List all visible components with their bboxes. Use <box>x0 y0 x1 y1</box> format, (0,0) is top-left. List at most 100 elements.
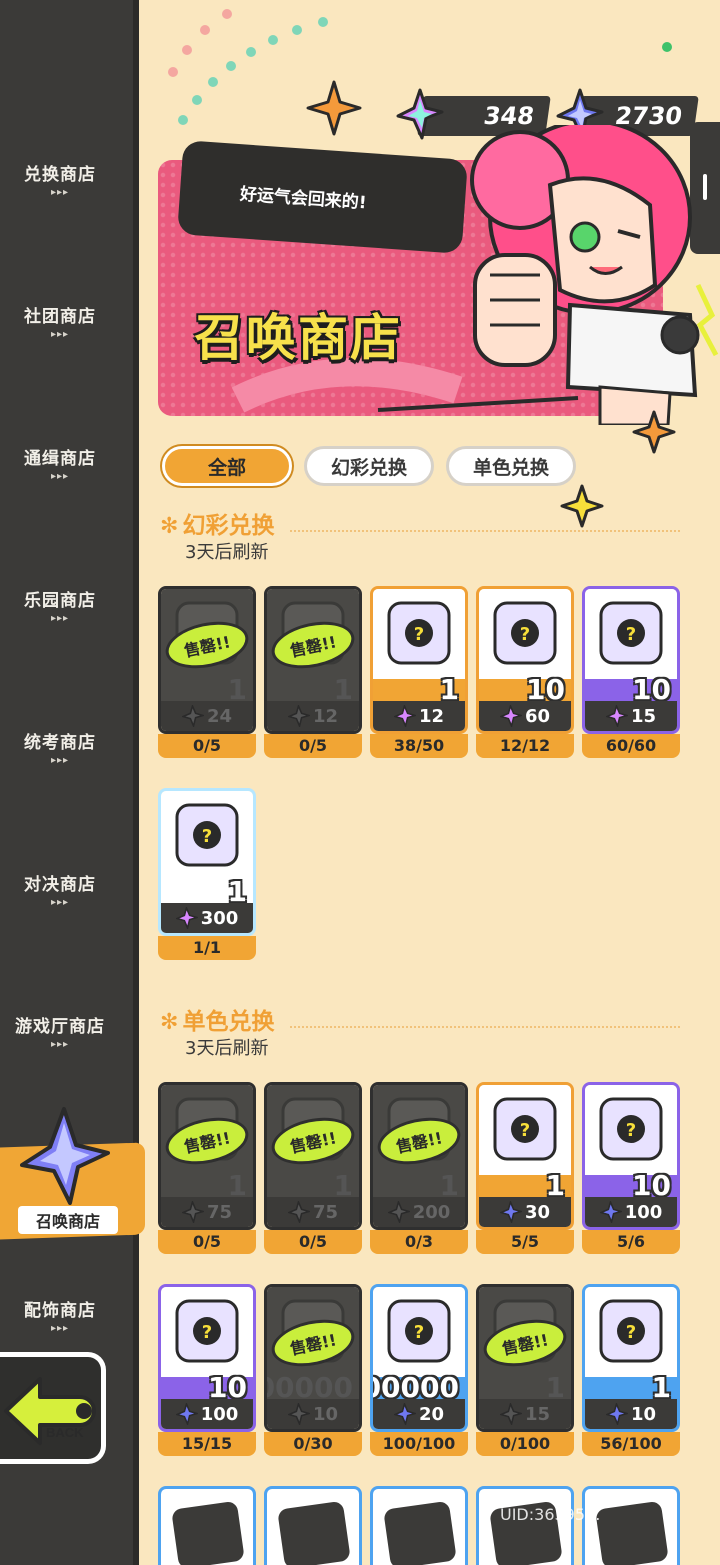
item-stock: 12/12 <box>476 734 574 758</box>
svg-text:?: ? <box>626 1322 636 1343</box>
item-frame: ? 1 30 <box>476 1082 574 1230</box>
shop-item-card-partial[interactable] <box>582 1486 680 1565</box>
item-icon: ? <box>493 1097 557 1161</box>
sidebar-item-exchange-shop[interactable]: 兑换商店 ▸▸▸ <box>0 160 120 198</box>
item-image: ? 1 <box>161 791 253 908</box>
price-value: 24 <box>206 705 233 727</box>
price-value: 75 <box>206 1201 233 1223</box>
item-frame: 售罄!! 1 24 <box>158 586 256 734</box>
shop-item-card[interactable]: 售罄!!10000010 0/30 <box>264 1284 362 1458</box>
item-image: 售罄!! 1 <box>161 1085 253 1202</box>
item-price: 100 <box>161 1399 253 1429</box>
sidebar-item-accessory-shop[interactable]: 配饰商店 ▸▸▸ <box>0 1296 120 1334</box>
item-stock: 5/6 <box>582 1230 680 1254</box>
item-image: ? 10 <box>479 589 571 706</box>
sidebar-item-club-shop[interactable]: 社团商店 ▸▸▸ <box>0 302 120 340</box>
item-icon: ? <box>599 1299 663 1363</box>
sidebar-item-arcade-shop[interactable]: 游戏厅商店 ▸▸▸ <box>0 1012 120 1050</box>
price-value: 10 <box>630 1403 657 1425</box>
item-image: 售罄!!100000 <box>267 1287 359 1404</box>
price-value: 300 <box>200 907 239 929</box>
svg-text:?: ? <box>520 1120 530 1141</box>
item-image: ? 10 <box>585 589 677 706</box>
item-price: 75 <box>267 1197 359 1227</box>
item-icon: ? <box>175 803 239 867</box>
back-button[interactable]: BACK <box>0 1352 106 1464</box>
item-image: 售罄!! 1 <box>267 1085 359 1202</box>
shop-item-card[interactable]: 售罄!! 1 75 0/5 <box>264 1082 362 1256</box>
blue-star-icon <box>387 1201 410 1223</box>
blue-star-icon <box>175 1403 198 1425</box>
price-value: 200 <box>412 1201 451 1223</box>
item-price: 15 <box>479 1399 571 1429</box>
shop-item-card[interactable]: 售罄!! 1 200 0/3 <box>370 1082 468 1256</box>
item-frame: 售罄!! 1 12 <box>264 586 362 734</box>
item-price: 12 <box>373 701 465 731</box>
item-icon: ? <box>387 1299 451 1363</box>
tab-rainbow-exchange[interactable]: 幻彩兑换 <box>304 446 434 486</box>
sidebar-item-duel-shop[interactable]: 对决商店 ▸▸▸ <box>0 870 120 908</box>
rainbow-star-icon <box>181 705 204 727</box>
back-arrow-icon: BACK <box>4 1377 96 1445</box>
shop-item-card[interactable]: 售罄!! 1 15 0/100 <box>476 1284 574 1458</box>
price-value: 12 <box>312 705 339 727</box>
item-stock: 1/1 <box>158 936 256 960</box>
rainbow-star-icon <box>393 705 416 727</box>
item-icon <box>277 1500 351 1565</box>
tab-single-color-exchange[interactable]: 单色兑换 <box>446 446 576 486</box>
item-stock: 38/50 <box>370 734 468 758</box>
shop-item-card[interactable]: ? 10 60 12/12 <box>476 586 574 760</box>
shop-item-card[interactable]: ? 1 12 38/50 <box>370 586 468 760</box>
item-icon: ? <box>599 601 663 665</box>
shop-item-card[interactable]: 售罄!! 1 12 0/5 <box>264 586 362 760</box>
item-price: 200 <box>373 1197 465 1227</box>
item-icon: ? <box>175 1299 239 1363</box>
item-image: 售罄!! 1 <box>161 589 253 706</box>
item-image: 售罄!! 1 <box>267 589 359 706</box>
item-stock: 60/60 <box>582 734 680 758</box>
item-price: 10 <box>267 1399 359 1429</box>
blue-star-icon <box>605 1403 628 1425</box>
shop-item-card[interactable]: ? 1 30 5/5 <box>476 1082 574 1256</box>
shop-item-card-partial[interactable] <box>158 1486 256 1565</box>
shop-item-card[interactable]: ?10000020100/100 <box>370 1284 468 1458</box>
section-refresh-text: 3天后刷新 <box>185 1038 269 1059</box>
sidebar-item-exam-shop[interactable]: 统考商店 ▸▸▸ <box>0 728 120 766</box>
item-price: 30 <box>479 1197 571 1227</box>
shop-item-card[interactable]: ? 10 100 15/15 <box>158 1284 256 1458</box>
svg-text:?: ? <box>414 624 424 645</box>
price-value: 60 <box>524 705 551 727</box>
shop-item-card-partial[interactable] <box>370 1486 468 1565</box>
sidebar-item-paradise-shop[interactable]: 乐园商店 ▸▸▸ <box>0 586 120 624</box>
svg-text:?: ? <box>202 826 212 847</box>
shop-item-card-partial[interactable] <box>476 1486 574 1565</box>
item-stock: 100/100 <box>370 1432 468 1456</box>
item-stock: 0/5 <box>264 734 362 758</box>
shop-item-card[interactable]: ? 1 300 1/1 <box>158 788 256 962</box>
blue-star-icon <box>499 1201 522 1223</box>
item-image: 售罄!! 1 <box>479 1287 571 1404</box>
shop-item-card[interactable]: ? 10 100 5/6 <box>582 1082 680 1256</box>
item-icon: ? <box>387 601 451 665</box>
item-price: 60 <box>479 701 571 731</box>
sidebar-item-wanted-shop[interactable]: 通缉商店 ▸▸▸ <box>0 444 120 482</box>
item-image: 售罄!! 1 <box>373 1085 465 1202</box>
shop-item-card[interactable]: ? 1 10 56/100 <box>582 1284 680 1458</box>
item-image: ? 1 <box>585 1287 677 1404</box>
item-frame: ? 10 15 <box>582 586 680 734</box>
character-illustration <box>470 125 719 425</box>
shop-item-card[interactable]: 售罄!! 1 75 0/5 <box>158 1082 256 1256</box>
section-title-rainbow: ✻ 幻彩兑换 <box>160 513 275 539</box>
item-stock: 0/30 <box>264 1432 362 1456</box>
item-icon: ? <box>493 601 557 665</box>
blue-star-icon <box>181 1201 204 1223</box>
shop-item-card[interactable]: 售罄!! 1 24 0/5 <box>158 586 256 760</box>
shop-item-card[interactable]: ? 10 15 60/60 <box>582 586 680 760</box>
svg-text:?: ? <box>414 1322 424 1343</box>
item-price: 75 <box>161 1197 253 1227</box>
shop-item-card-partial[interactable] <box>264 1486 362 1565</box>
blue-star-icon <box>393 1403 416 1425</box>
item-frame: ? 1 10 <box>582 1284 680 1432</box>
item-stock: 5/5 <box>476 1230 574 1254</box>
tab-all[interactable]: 全部 <box>162 446 292 486</box>
